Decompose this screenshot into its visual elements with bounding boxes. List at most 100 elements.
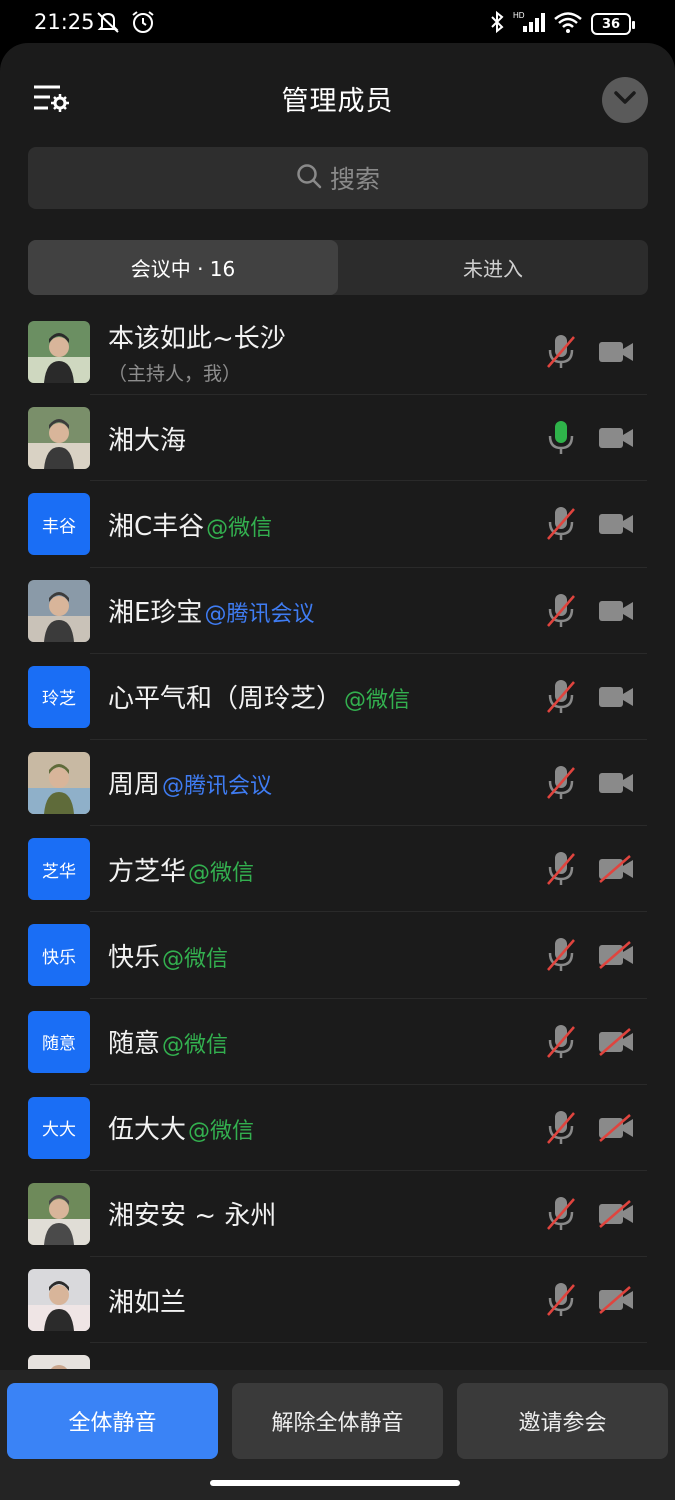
home-indicator[interactable] [210,1480,460,1486]
mic-muted-icon[interactable] [546,1196,576,1232]
mic-muted-icon[interactable] [546,937,576,973]
member-info: 快乐@微信 [108,912,228,998]
camera-icon[interactable] [597,683,635,711]
member-row[interactable]: 湘大海 [0,395,675,482]
camera-disabled-icon[interactable] [597,1027,635,1056]
member-name: 湘大海 [108,425,187,456]
member-name: 方芝华 [108,856,187,887]
avatar [28,579,90,642]
member-row[interactable]: 芝华 方芝华@微信 [0,826,675,913]
member-name: 周周 [108,770,161,801]
tab-in-meeting[interactable]: 会议中 · 16 [28,240,338,295]
avatar-initials: 玲芝 [28,665,90,728]
avatar-initials: 芝华 [28,838,90,901]
member-name: 湘安安 ~ 永州 [108,1201,277,1232]
member-row[interactable]: 快乐 快乐@微信 [0,912,675,999]
member-source-tag: @腾讯会议 [162,774,273,800]
camera-disabled-icon[interactable] [597,855,635,884]
member-source-tag: @腾讯会议 [204,602,315,628]
mic-muted-icon[interactable] [546,851,576,887]
avatar [28,1182,90,1245]
camera-disabled-icon[interactable] [597,1199,635,1228]
member-row[interactable]: 丰谷 湘C丰谷@微信 [0,481,675,568]
avatar [28,1269,90,1332]
member-info: 湘如兰 [108,1257,186,1343]
alarm-icon [130,10,156,38]
signal-hd-icon: HD [513,10,545,38]
member-row[interactable]: 本该如此~长沙 （主持人，我） [0,309,675,396]
search-icon [296,163,322,193]
member-source-tag: @微信 [162,1033,229,1058]
member-row[interactable]: 周周@腾讯会议 [0,740,675,827]
member-name-line: 湘大海 [108,420,186,457]
mic-on-icon[interactable] [546,420,576,456]
member-name-line: 随意@微信 [108,1023,228,1060]
member-name-line: 周周@腾讯会议 [108,764,272,801]
member-role: （主持人，我） [108,363,242,385]
member-management-sheet: 管理成员 搜索 会议中 · 16 未进入 本该如此~长沙 （主持人，我） 湘大海 丰谷… [0,43,675,1500]
member-name-line: 方芝华@微信 [108,851,254,888]
member-row[interactable]: 玲芝 心平气和（周玲芝）@微信 [0,654,675,740]
camera-icon[interactable] [597,769,635,797]
member-name-line: 本该如此~长沙 [108,318,286,355]
member-row[interactable]: 随意 随意@微信 [0,999,675,1085]
avatar-initials: 大大 [28,1096,90,1159]
tab-not-joined[interactable]: 未进入 [338,240,648,295]
member-name-line: 湘如兰 [108,1282,186,1319]
camera-disabled-icon[interactable] [597,1113,635,1142]
camera-disabled-icon[interactable] [597,1286,635,1315]
mic-muted-icon[interactable] [546,334,576,370]
member-source-tag: @微信 [188,860,255,886]
search-input[interactable]: 搜索 [28,147,648,209]
unmute-all-button[interactable]: 解除全体静音 [232,1383,443,1459]
camera-icon[interactable] [597,597,635,625]
member-row[interactable]: 湘如兰 [0,1257,675,1344]
status-time: 21:25 [34,10,95,34]
member-info: 湘C丰谷@微信 [108,481,272,567]
member-name: 湘如兰 [108,1287,187,1318]
member-info: 方芝华@微信 [108,826,254,912]
member-row-partial[interactable] [0,1343,675,1369]
search-placeholder: 搜索 [329,165,380,194]
member-row[interactable]: 大大 伍大大@微信 [0,1085,675,1171]
member-info: 湘安安 ~ 永州 [108,1171,276,1257]
avatar [28,1355,90,1369]
mic-muted-icon[interactable] [546,765,576,801]
member-row[interactable]: 湘E珍宝@腾讯会议 [0,568,675,654]
mic-muted-icon[interactable] [546,1110,576,1146]
invite-button[interactable]: 邀请参会 [457,1383,668,1459]
camera-icon[interactable] [597,338,635,366]
member-info: 周周@腾讯会议 [108,740,272,826]
camera-icon[interactable] [597,510,635,538]
member-info: 本该如此~长沙 （主持人，我） [108,309,286,395]
avatar [28,321,90,383]
mic-muted-icon[interactable] [546,1282,576,1318]
battery-level: 36 [601,16,621,32]
mute-all-button[interactable]: 全体静音 [7,1383,218,1459]
member-name: 随意 [108,1029,161,1059]
avatar-initials: 随意 [28,1010,90,1073]
member-name: 湘C丰谷 [108,511,205,542]
collapse-button[interactable] [602,77,648,123]
action-bar: 全体静音 解除全体静音 邀请参会 [0,1370,675,1500]
member-info: 随意@微信 [108,999,228,1085]
mute-bell-icon [94,10,122,38]
mic-muted-icon[interactable] [546,593,576,629]
member-source-tag: @微信 [162,946,229,972]
camera-disabled-icon[interactable] [597,941,635,970]
member-row[interactable]: 湘安安 ~ 永州 [0,1171,675,1258]
member-name-line: 湘E珍宝@腾讯会议 [108,592,314,629]
member-name-line: 伍大大@微信 [108,1109,254,1146]
member-name-line: 快乐@微信 [108,937,228,974]
chevron-down-icon [613,90,637,110]
mic-muted-icon[interactable] [546,679,576,715]
avatar-initials: 丰谷 [28,493,90,556]
member-info: 湘E珍宝@腾讯会议 [108,568,314,654]
mic-muted-icon[interactable] [546,506,576,542]
status-bar: 21:25 HD 36 [0,0,675,46]
member-source-tag: @微信 [188,1119,255,1145]
mic-muted-icon[interactable] [546,1024,576,1060]
member-name: 湘E珍宝 [108,598,203,629]
avatar [28,751,90,814]
camera-icon[interactable] [597,424,635,452]
